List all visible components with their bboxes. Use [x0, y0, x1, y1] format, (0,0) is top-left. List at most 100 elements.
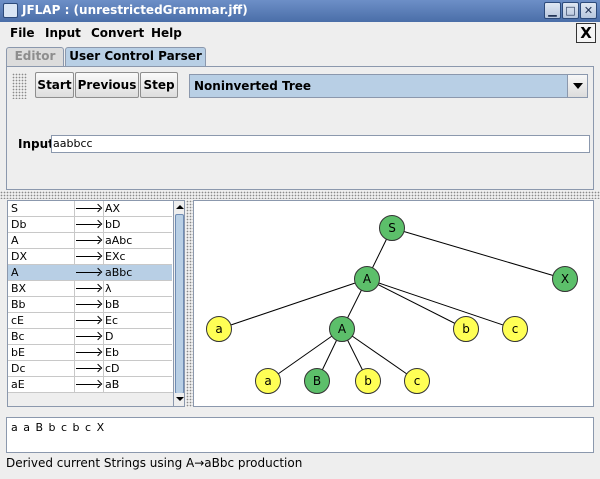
close-tab-button[interactable]: X	[576, 23, 596, 43]
production-lhs: aE	[11, 378, 25, 391]
tree-node-terminal[interactable]: b	[453, 316, 479, 342]
input-field[interactable]: aabbcc	[51, 135, 590, 153]
production-lhs: Db	[11, 218, 27, 231]
production-row[interactable]: AaAbc	[8, 233, 172, 249]
menubar: File Input Convert Help X	[0, 22, 600, 44]
tree-node-label: c	[414, 374, 421, 388]
status-message: Derived current Strings using A→aBbc pro…	[6, 456, 303, 470]
jflap-app-icon	[3, 3, 18, 18]
production-lhs: cE	[11, 314, 24, 327]
tree-node-variable[interactable]: X	[552, 266, 578, 292]
arrow-right-icon	[76, 208, 100, 209]
production-lhs: A	[11, 266, 19, 279]
arrow-right-icon	[76, 352, 100, 353]
production-row[interactable]: S AX	[8, 201, 172, 217]
production-row[interactable]: AaBbc	[8, 265, 172, 281]
tab-strip: Editor User Control Parser	[0, 44, 600, 66]
production-lhs: DX	[11, 250, 28, 263]
minimize-button[interactable]: ▁	[544, 2, 561, 19]
toolbar: Start Previous Step Noninverted Tree	[8, 71, 592, 101]
production-rhs: λ	[105, 282, 112, 295]
start-button[interactable]: Start	[35, 72, 74, 98]
tree-edge	[341, 328, 418, 382]
arrow-right-icon	[76, 368, 100, 369]
production-lhs: BX	[11, 282, 27, 295]
production-rhs: aAbc	[105, 234, 133, 247]
production-row[interactable]: bE Eb	[8, 345, 172, 361]
tree-node-label: a	[264, 374, 271, 388]
tree-edge	[366, 278, 467, 330]
production-rhs: bD	[105, 218, 121, 231]
tree-node-terminal[interactable]: b	[355, 368, 381, 394]
production-lhs: S	[11, 202, 18, 215]
window-title: JFLAP : (unrestrictedGrammar.jff)	[22, 3, 248, 17]
grammar-horizontal-scrollbar[interactable]	[8, 392, 173, 406]
maximize-button[interactable]: □	[562, 2, 579, 19]
production-rhs: D	[105, 330, 114, 343]
production-row[interactable]: Bb bB	[8, 297, 172, 313]
production-rhs: cD	[105, 362, 120, 375]
tree-node-variable[interactable]: A	[329, 316, 355, 342]
tab-editor[interactable]: Editor	[6, 47, 64, 66]
previous-button[interactable]: Previous	[75, 72, 139, 98]
tree-node-variable[interactable]: B	[304, 368, 330, 394]
tree-node-variable[interactable]: A	[354, 266, 380, 292]
menu-help[interactable]: Help	[151, 26, 182, 40]
production-row[interactable]: BX λ	[8, 281, 172, 297]
tree-node-terminal[interactable]: c	[502, 316, 528, 342]
chevron-down-icon[interactable]	[567, 75, 587, 97]
arrow-right-icon	[76, 384, 100, 385]
menu-convert[interactable]: Convert	[91, 26, 144, 40]
production-row[interactable]: Bc D	[8, 329, 172, 345]
tree-edge	[391, 227, 566, 280]
window-titlebar: JFLAP : (unrestrictedGrammar.jff) ▁ □ ✕	[0, 0, 600, 22]
tree-node-terminal[interactable]: a	[255, 368, 281, 394]
production-rhs: Ec	[105, 314, 118, 327]
derivation-output: a a B b c b c X	[6, 417, 594, 453]
tree-node-terminal[interactable]: a	[206, 316, 232, 342]
grammar-vertical-scrollbar[interactable]	[173, 201, 184, 406]
tree-node-terminal[interactable]: c	[404, 368, 430, 394]
tree-node-label: B	[313, 374, 321, 388]
input-label: Input	[18, 137, 54, 151]
production-row[interactable]: aE aB	[8, 377, 172, 393]
production-rhs: EXc	[105, 250, 126, 263]
scroll-down-icon[interactable]	[174, 393, 184, 405]
production-row[interactable]: cE Ec	[8, 313, 172, 329]
step-button[interactable]: Step	[140, 72, 178, 98]
window-close-button[interactable]: ✕	[580, 2, 597, 19]
horizontal-splitter[interactable]	[0, 191, 600, 199]
arrow-right-icon	[76, 272, 100, 273]
tree-node-label: A	[338, 322, 347, 336]
production-row[interactable]: Db bD	[8, 217, 172, 233]
production-row[interactable]: DX EXc	[8, 249, 172, 265]
tree-node-label: b	[364, 374, 372, 388]
production-rhs: aB	[105, 378, 120, 391]
production-rhs: aBbc	[105, 266, 133, 279]
arrow-right-icon	[76, 288, 100, 289]
scroll-thumb[interactable]	[175, 214, 184, 394]
tree-node-label: a	[215, 322, 222, 336]
parse-tree-panel: S A Xa Ab c a Bb c	[193, 200, 594, 407]
tree-view-selected: Noninverted Tree	[194, 79, 312, 93]
tree-node-label: b	[462, 322, 470, 336]
tree-node-label: A	[363, 272, 372, 286]
vertical-splitter[interactable]	[186, 200, 193, 407]
production-rhs: bB	[105, 298, 120, 311]
arrow-right-icon	[76, 304, 100, 305]
production-rhs: AX	[105, 202, 121, 215]
tree-edge	[267, 328, 343, 382]
tree-view-select[interactable]: Noninverted Tree	[189, 74, 588, 98]
arrow-right-icon	[76, 336, 100, 337]
tree-edge	[366, 278, 516, 330]
scroll-up-icon[interactable]	[174, 201, 184, 213]
production-row[interactable]: Dc cD	[8, 361, 172, 377]
arrow-right-icon	[76, 240, 100, 241]
menu-input[interactable]: Input	[45, 26, 81, 40]
arrow-right-icon	[76, 320, 100, 321]
tab-user-control-parser[interactable]: User Control Parser	[65, 47, 206, 66]
tree-node-variable[interactable]: S	[379, 215, 405, 241]
production-rhs: Eb	[105, 346, 119, 359]
menu-file[interactable]: File	[10, 26, 35, 40]
parse-tree-canvas: S A Xa Ab c a Bb c	[206, 215, 578, 394]
